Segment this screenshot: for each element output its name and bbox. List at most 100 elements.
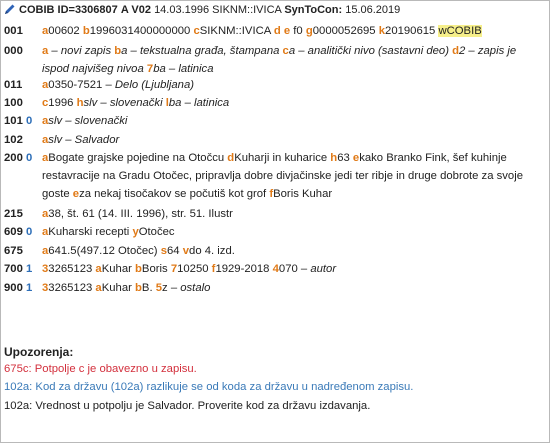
field-tag: 011 [4,76,36,94]
field-content: 33265123 aKuhar bB. 5z – ostalo [42,279,545,297]
field-tag: 900 1 [4,279,36,297]
subfield-value: Bogate grajske pojedine na Otočcu [48,152,228,164]
field-tag-number: 675 [4,245,23,257]
field-tag: 215 [4,205,36,223]
subfield-code: b [82,25,90,37]
subfield-value: z – [162,282,181,294]
field-tag: 000 [4,42,36,60]
subfield-value: Kuharski recepti [48,226,133,238]
subfield-value: 3265123 [48,263,96,275]
field-tag-number: 000 [4,45,23,57]
subfield-description: slv – slovenački [83,97,166,109]
header-type: A V02 [120,4,151,16]
subfield-value: Boris [141,263,171,275]
warning-item: 102a: Kod za državu (102a) razlikuje se … [4,381,414,393]
header-date-user: 14.03.1996 SIKNM::IVICA [154,4,282,16]
field-tag-number: 001 [4,25,23,37]
field-content: a38, št. 61 (14. III. 1996), str. 51. Il… [42,205,545,223]
edit-pencil-icon[interactable] [4,3,16,15]
field-tag: 609 0 [4,223,36,241]
field-indicator: 0 [22,152,33,164]
highlighted-value: wCOBIB [438,25,482,37]
subfield-description: slv – Salvador [48,134,120,146]
field-tag: 675 [4,242,36,260]
subfield-description: ba – latinica [168,97,230,109]
field-content: aBogate grajske pojedine na Otočcu dKuha… [42,149,545,203]
subfield-value: 00602 [48,25,83,37]
subfield-description: autor [310,263,337,275]
subfield-value: f0 [290,25,306,37]
field-tag-number: 011 [4,79,23,91]
field-tag: 001 [4,22,36,40]
subfield-description: slv – slovenački [48,115,128,127]
warnings-title: Upozorenja: [4,345,74,359]
subfield-value: Kuhar [101,282,136,294]
field-tag-number: 609 [4,226,23,238]
subfield-value: 20190615 [385,25,439,37]
subfield-value: 070 – [278,263,311,275]
subfield-value: 64 [167,245,183,257]
subfield-value: SIKNM::IVICA [199,25,274,37]
subfield-value: B. [141,282,156,294]
subfield-value: 63 [337,152,353,164]
field-tag: 102 [4,131,36,149]
subfield-description: Delo (Ljubljana) [114,79,195,91]
subfield-description: a – analitički nivo (sastavni deo) [288,45,453,57]
subfield-code: d [273,25,281,37]
field-tag-number: 700 [4,263,23,275]
field-tag: 101 0 [4,112,36,130]
subfield-code: b [135,263,142,275]
field-content: aslv – slovenački [42,112,545,130]
header-synto-label: SynToCon: [284,4,343,16]
subfield-code: g [305,25,313,37]
subfield-value: 10250 [177,263,212,275]
field-tag-number: 102 [4,134,23,146]
subfield-value: do 4. izd. [189,245,235,257]
subfield-value: Boris Kuhar [273,188,333,200]
field-content: a – novi zapis ba – tekstualna građa, št… [42,42,545,78]
field-indicator: 1 [22,282,33,294]
subfield-value: Otočec [138,226,175,238]
field-tag: 200 0 [4,149,36,167]
subfield-value: 0000052695 [312,25,379,37]
field-indicator: 1 [22,263,33,275]
subfield-code: d [452,45,460,57]
field-content: 33265123 aKuhar bBoris 710250 f1929-2018… [42,260,545,278]
subfield-value: 1996 [48,97,77,109]
field-tag-number: 215 [4,208,23,220]
subfield-value: 1996031400000000 [89,25,194,37]
field-tag-number: 100 [4,97,23,109]
subfield-value: Kuhar [101,263,136,275]
subfield-description: – novi zapis [48,45,115,57]
subfield-description: ba – latinica [153,63,214,75]
subfield-value: 0350-7521 – [48,79,115,91]
field-content: c1996 hslv – slovenački lba – latinica [42,94,545,112]
subfield-code: b [135,282,142,294]
field-tag: 700 1 [4,260,36,278]
field-content: aslv – Salvador [42,131,545,149]
record-header: COBIB ID=3306807 A V02 14.03.1996 SIKNM:… [4,3,400,17]
record-panel: COBIB ID=3306807 A V02 14.03.1996 SIKNM:… [0,0,550,443]
field-content: a0350-7521 – Delo (Ljubljana) [42,76,545,94]
field-content: aKuharski recepti yOtočec [42,223,545,241]
field-content: a00602 b1996031400000000 cSIKNM::IVICA d… [42,22,545,40]
subfield-value: 38, št. 61 (14. III. 1996), str. 51. Ilu… [48,208,233,220]
subfield-value: Kuharji in kuharice [234,152,331,164]
field-tag: 100 [4,94,36,112]
subfield-value: 641.5(497.12 Otočec) [48,245,161,257]
field-indicator: 0 [22,115,33,127]
warning-item: 102a: Vrednost u potpolju je Salvador. P… [4,400,371,412]
subfield-value: 3265123 [48,282,96,294]
field-content: a641.5(497.12 Otočec) s64 vdo 4. izd. [42,242,545,260]
field-tag-number: 200 [4,152,23,164]
warning-item: 675c: Potpolje c je obavezno u zapisu. [4,363,197,375]
subfield-description: a – tekstualna građa, štampana [121,45,283,57]
field-indicator: 0 [22,226,33,238]
subfield-description: ostalo [180,282,211,294]
header-synto-date: 15.06.2019 [345,4,401,16]
subfield-value: 1929-2018 [215,263,273,275]
subfield-value: za nekaj tisočakov se počutiš kot grof [79,188,270,200]
header-id: ID=3306807 [57,4,118,16]
field-tag-number: 900 [4,282,23,294]
field-tag-number: 101 [4,115,23,127]
